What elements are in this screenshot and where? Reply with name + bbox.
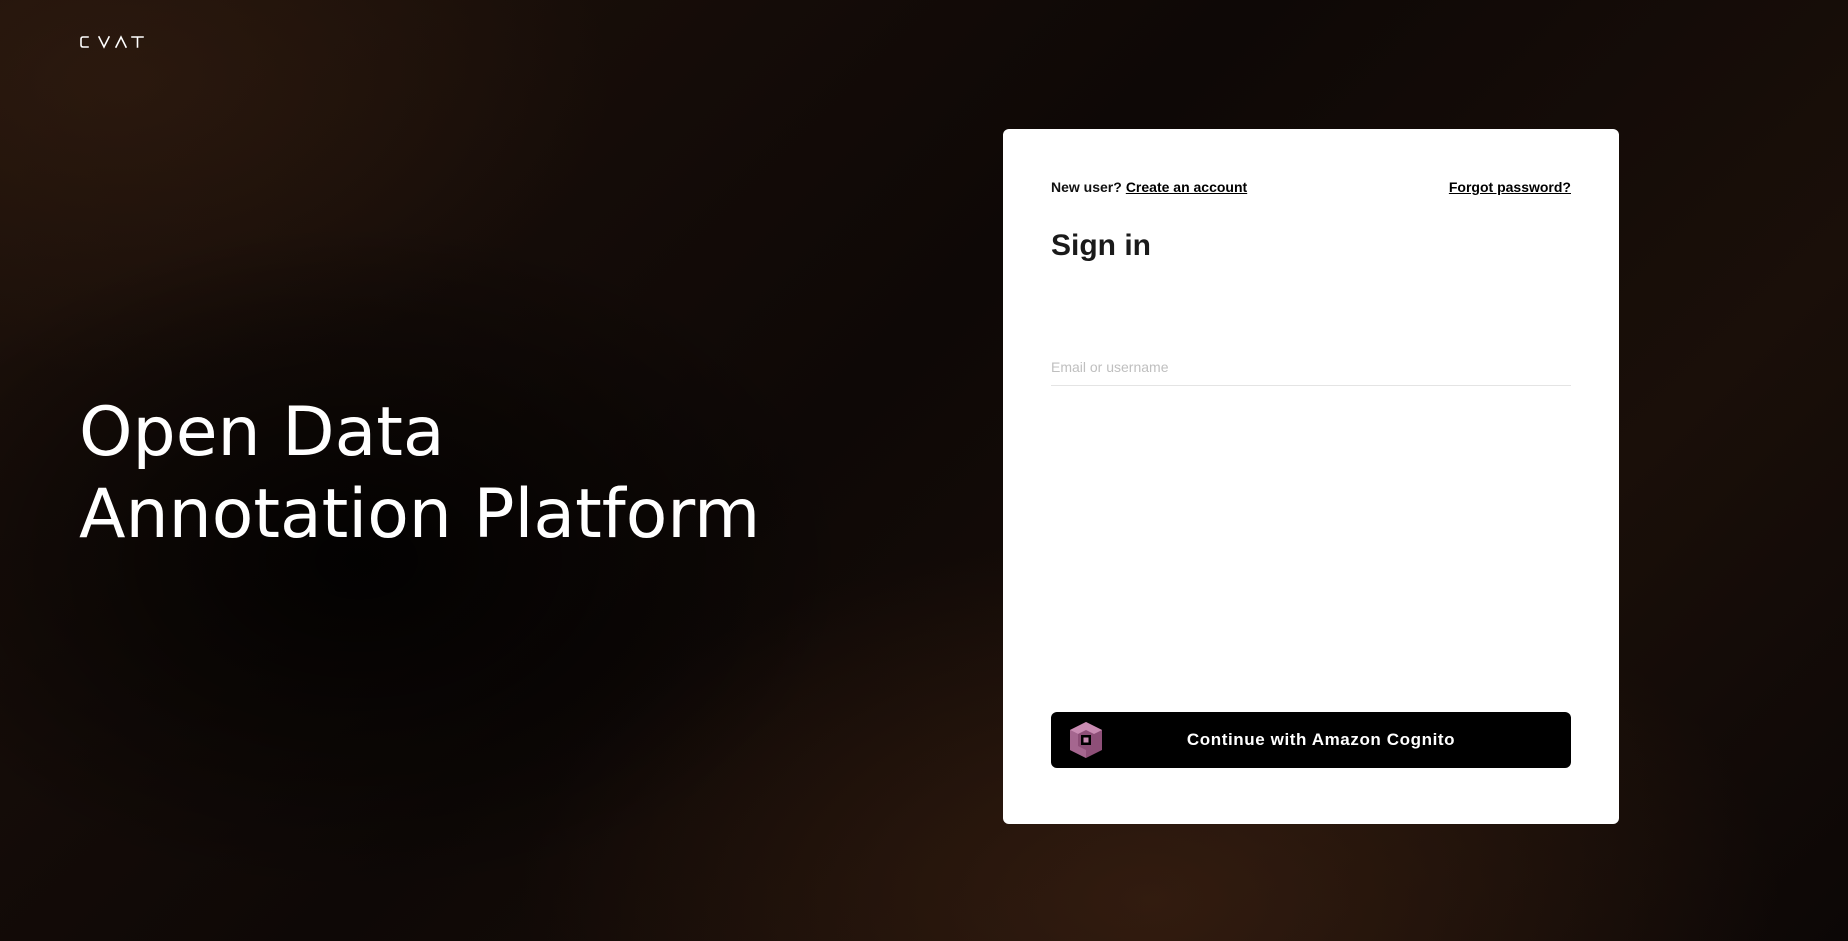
new-user-text: New user? [1051, 179, 1122, 195]
hero-heading: Open Data Annotation Platform [79, 392, 760, 556]
new-user-prompt: New user? Create an account [1051, 179, 1247, 195]
continue-with-cognito-label: Continue with Amazon Cognito [1186, 730, 1456, 749]
email-field-wrapper [1051, 351, 1571, 386]
signin-card: New user? Create an account Forgot passwo… [1003, 129, 1619, 824]
create-account-link[interactable]: Create an account [1126, 179, 1247, 195]
hero-line-1: Open Data [79, 393, 445, 472]
hero-line-2: Annotation Platform [79, 475, 761, 554]
forgot-password-link[interactable]: Forgot password? [1449, 179, 1571, 195]
signin-card-header: New user? Create an account Forgot passwo… [1051, 179, 1571, 195]
continue-with-cognito-button[interactable]: Continue with Amazon Cognito [1051, 712, 1571, 768]
cvat-logo [79, 34, 145, 50]
amazon-cognito-icon [1067, 720, 1105, 760]
signin-title: Sign in [1051, 229, 1151, 262]
cvat-logo-icon [80, 35, 144, 49]
email-or-username-input[interactable] [1051, 351, 1571, 385]
